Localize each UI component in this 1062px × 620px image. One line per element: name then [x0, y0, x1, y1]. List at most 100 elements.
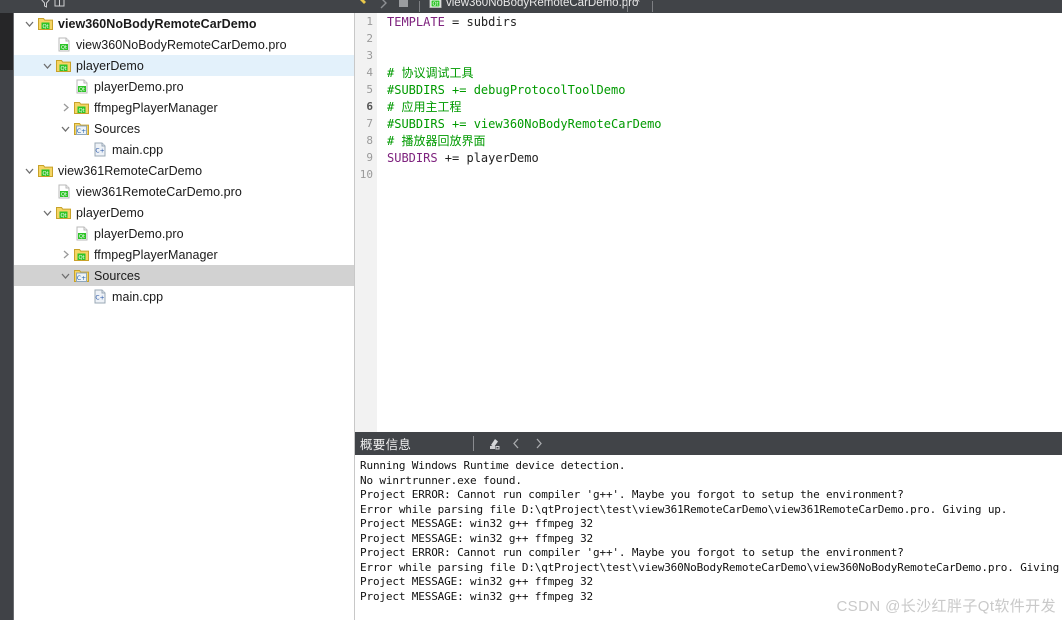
chevron-right-icon[interactable] — [57, 244, 73, 265]
qt-pro-file-icon: Qt — [73, 76, 90, 97]
output-line: Project ERROR: Cannot run compiler 'g++'… — [360, 546, 904, 559]
tree-arrow-placeholder — [39, 34, 55, 55]
tree-item-label: playerDemo.pro — [94, 226, 184, 241]
tree-item-label: playerDemo.pro — [94, 79, 184, 94]
tree-item-label: Sources — [94, 268, 141, 283]
code-line-text: #SUBDIRS += view360NoBodyRemoteCarDemo — [377, 117, 662, 131]
code-line[interactable]: 8 # 播放器回放界面 — [355, 132, 1062, 149]
tree-item-view360nobodyremotecardemo-pro[interactable]: Qt view360NoBodyRemoteCarDemo.pro — [14, 34, 354, 55]
tree-arrow-placeholder — [75, 286, 91, 307]
tree-arrow-placeholder — [57, 223, 73, 244]
code-line[interactable]: 9 SUBDIRS += playerDemo — [355, 149, 1062, 166]
code-line-text: SUBDIRS += playerDemo — [377, 151, 539, 165]
qt-project-folder-icon: Qt — [73, 97, 90, 118]
code-line-text: # 应用主工程 — [377, 98, 461, 115]
output-line: Error while parsing file D:\qtProject\te… — [360, 560, 1062, 574]
tree-item-sources[interactable]: C+ Sources — [14, 265, 354, 286]
previous-item-button[interactable] — [505, 433, 527, 454]
code-line[interactable]: 7 #SUBDIRS += view360NoBodyRemoteCarDemo — [355, 115, 1062, 132]
mode-selector-bar[interactable] — [0, 0, 14, 620]
output-pane-header: 概要信息 — [355, 432, 1062, 455]
tree-item-main-cpp[interactable]: C+ main.cpp — [14, 286, 354, 307]
line-number: 1 — [366, 15, 373, 28]
cpp-folder-icon: C+ — [73, 118, 90, 139]
tree-item-main-cpp[interactable]: C+ main.cpp — [14, 139, 354, 160]
code-line[interactable]: 4 # 协议调试工具 — [355, 64, 1062, 81]
chevron-down-icon[interactable] — [57, 118, 73, 139]
tree-item-label: ffmpegPlayerManager — [94, 247, 218, 262]
chevron-down-icon[interactable] — [57, 265, 73, 286]
tree-item-label: main.cpp — [112, 289, 164, 304]
svg-text:Qt: Qt — [79, 234, 85, 240]
code-line-text: # 协议调试工具 — [377, 64, 473, 81]
code-line[interactable]: 5 #SUBDIRS += debugProtocolToolDemo — [355, 81, 1062, 98]
tree-item-label: view360NoBodyRemoteCarDemo.pro — [76, 37, 287, 52]
tree-item-label: main.cpp — [112, 142, 164, 157]
sidebar-toolbar-icons — [40, 0, 65, 13]
close-tab-icon[interactable]: × — [634, 0, 640, 6]
tree-arrow-placeholder — [39, 181, 55, 202]
tree-item-playerdemo-pro[interactable]: Qt playerDemo.pro — [14, 223, 354, 244]
code-line[interactable]: 6 # 应用主工程 — [355, 98, 1062, 115]
code-editor[interactable]: 1 TEMPLATE = subdirs 2 3 4 # 协议调试工具 5 #SUBDIRS … — [355, 13, 1062, 432]
tree-item-label: ffmpegPlayerManager — [94, 100, 218, 115]
forward-navigation-icon[interactable] — [377, 0, 390, 13]
save-icon[interactable] — [397, 0, 410, 13]
tree-item-ffmpegplayermanager[interactable]: Qt ffmpegPlayerManager — [14, 244, 354, 265]
qt-pro-file-icon: Qt — [55, 181, 72, 202]
tree-item-label: view360NoBodyRemoteCarDemo — [58, 16, 257, 31]
code-line[interactable]: 10 — [355, 166, 1062, 183]
tree-item-view361remotecardemo-pro[interactable]: Qt view361RemoteCarDemo.pro — [14, 181, 354, 202]
output-header-separator — [473, 436, 475, 451]
code-line[interactable]: 1 TEMPLATE = subdirs — [355, 13, 1062, 30]
code-token-txt: = subdirs — [444, 14, 518, 29]
project-tree[interactable]: Qt view360NoBodyRemoteCarDemo Qt view360NoB… — [14, 13, 354, 620]
next-item-button[interactable] — [527, 433, 549, 454]
svg-text:Qt: Qt — [61, 45, 67, 51]
output-pane-title: 概要信息 — [360, 438, 412, 452]
qt-project-folder-icon: Qt — [37, 13, 54, 34]
qt-pro-file-icon: Qt — [55, 34, 72, 55]
output-line: Project MESSAGE: win32 g++ ffmpeg 32 — [360, 589, 594, 603]
code-line[interactable]: 3 — [355, 47, 1062, 64]
tree-item-ffmpegplayermanager[interactable]: Qt ffmpegPlayerManager — [14, 97, 354, 118]
tree-item-playerdemo-pro[interactable]: Qt playerDemo.pro — [14, 76, 354, 97]
tree-item-sources[interactable]: C+ Sources — [14, 118, 354, 139]
qt-project-folder-icon: Qt — [55, 202, 72, 223]
bookmark-icon[interactable] — [357, 0, 370, 13]
output-line: Project ERROR: Cannot run compiler 'g++'… — [360, 488, 904, 501]
code-line[interactable]: 2 — [355, 30, 1062, 47]
line-number: 7 — [366, 117, 373, 130]
chevron-down-icon[interactable] — [39, 202, 55, 223]
cpp-file-icon: C+ — [91, 139, 108, 160]
code-line-text: # 播放器回放界面 — [377, 132, 485, 149]
qt-project-folder-icon: Qt — [73, 244, 90, 265]
code-token-kw: TEMPLATE — [387, 14, 445, 29]
chevron-down-icon[interactable] — [21, 160, 37, 181]
code-token-cmt: #SUBDIRS += debugProtocolToolDemo — [387, 82, 626, 97]
editor-lines[interactable]: 1 TEMPLATE = subdirs 2 3 4 # 协议调试工具 5 #SUBDIRS … — [355, 13, 1062, 432]
project-tree-rows: Qt view360NoBodyRemoteCarDemo Qt view360NoB… — [14, 13, 354, 307]
chevron-down-icon[interactable] — [39, 55, 55, 76]
tree-item-view361remotecardemo[interactable]: Qt view361RemoteCarDemo — [14, 160, 354, 181]
split-editor-icon[interactable] — [54, 0, 65, 13]
line-number: 10 — [359, 168, 373, 181]
tree-item-playerdemo[interactable]: Qt playerDemo — [14, 55, 354, 76]
editor-tab[interactable]: Qt view360NoBodyRemoteCarDemo.pro — [423, 0, 644, 13]
tree-item-playerdemo[interactable]: Qt playerDemo — [14, 202, 354, 223]
svg-text:Qt: Qt — [42, 24, 48, 30]
qt-creator-window: Qt view360NoBodyRemoteCarDemo Qt view360NoB… — [0, 0, 1062, 620]
output-pane-body[interactable]: Running Windows Runtime device detection… — [355, 455, 1062, 620]
chevron-right-icon[interactable] — [57, 97, 73, 118]
tab-separator-2 — [652, 1, 653, 12]
tree-item-view360nobodyremotecardemo[interactable]: Qt view360NoBodyRemoteCarDemo — [14, 13, 354, 34]
code-token-txt: += playerDemo — [437, 150, 539, 165]
editor-tab-bar[interactable]: Qt view360NoBodyRemoteCarDemo.pro × — [355, 0, 1062, 13]
clear-output-button[interactable] — [483, 433, 505, 454]
chevron-down-icon[interactable] — [21, 13, 37, 34]
line-number: 4 — [366, 66, 373, 79]
line-number: 9 — [366, 151, 373, 164]
cpp-file-icon: C+ — [91, 286, 108, 307]
qt-project-folder-icon: Qt — [37, 160, 54, 181]
filter-icon[interactable] — [40, 0, 51, 13]
